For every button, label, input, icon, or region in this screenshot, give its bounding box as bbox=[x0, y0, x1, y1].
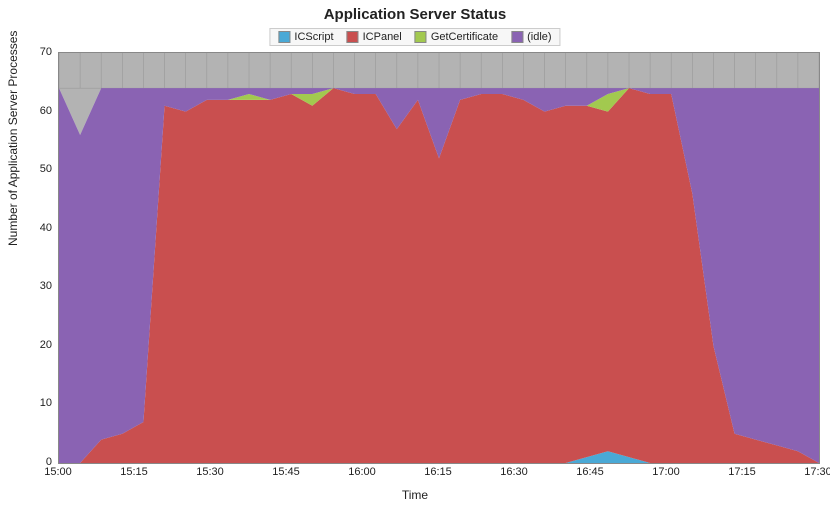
legend-label-getcert: GetCertificate bbox=[431, 31, 498, 43]
plot-area bbox=[58, 52, 820, 464]
legend-swatch-getcert bbox=[415, 31, 427, 43]
x-axis-ticks: 15:0015:1515:3015:4516:0016:1516:3016:45… bbox=[58, 466, 818, 482]
area-chart-svg bbox=[59, 53, 819, 463]
legend-label-icscript: ICScript bbox=[294, 31, 333, 43]
legend-swatch-icpanel bbox=[347, 31, 359, 43]
chart-container: Application Server Status ICScript ICPan… bbox=[0, 0, 830, 506]
y-axis-ticks: 010203040506070 bbox=[0, 52, 56, 462]
chart-title: Application Server Status bbox=[0, 6, 830, 23]
legend-label-idle: (idle) bbox=[527, 31, 551, 43]
x-axis-label: Time bbox=[0, 488, 830, 502]
legend-swatch-idle bbox=[511, 31, 523, 43]
legend-label-icpanel: ICPanel bbox=[363, 31, 402, 43]
chart-legend: ICScript ICPanel GetCertificate (idle) bbox=[269, 28, 560, 46]
legend-swatch-icscript bbox=[278, 31, 290, 43]
